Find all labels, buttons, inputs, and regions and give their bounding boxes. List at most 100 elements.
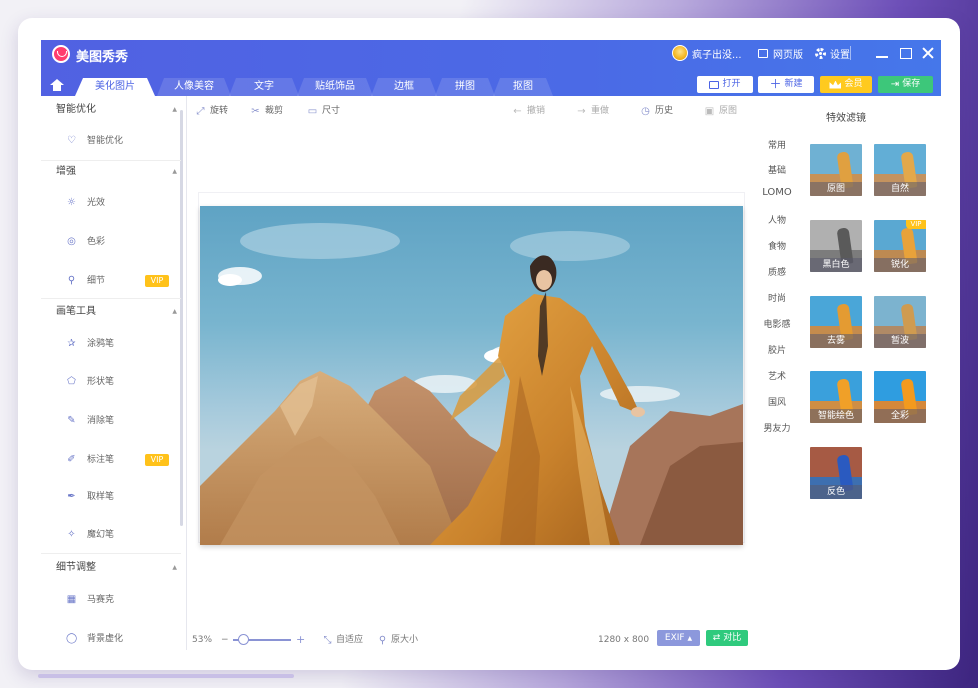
settings-button[interactable]: 设置 <box>815 44 850 62</box>
tool-background-blur[interactable]: ◯ 背景虚化 <box>41 629 181 649</box>
page-scroll-indicator[interactable] <box>38 674 294 678</box>
image-dimensions: 1280 x 800 <box>598 633 649 647</box>
new-button[interactable]: ＋ 新建 <box>758 76 814 93</box>
tab-beautify[interactable]: 美化图片 <box>75 78 155 96</box>
filter-category[interactable]: 男友力 <box>757 421 797 434</box>
doodle-icon: ✰ <box>67 338 76 349</box>
filter-thumb-invert[interactable]: 反色 <box>810 447 862 499</box>
history-button[interactable]: ◷ 历史 <box>640 104 673 118</box>
redo-button[interactable]: → 重做 <box>576 104 609 118</box>
filter-thumb-dehaze[interactable]: 去雾 <box>810 296 862 348</box>
close-icon[interactable] <box>920 45 936 61</box>
minimize-icon[interactable] <box>874 45 890 61</box>
tab-collage[interactable]: 拼图 <box>435 78 495 96</box>
filter-category[interactable]: 电影感 <box>757 317 797 330</box>
minus-icon: − <box>221 635 229 645</box>
filter-label: 黑白色 <box>810 258 862 272</box>
gear-icon <box>815 47 826 59</box>
filter-label: 锐化 <box>874 258 926 272</box>
redo-arrow-icon: → <box>577 105 586 117</box>
filter-category[interactable]: 胶片 <box>757 343 797 356</box>
section-title: 画笔工具 <box>56 306 96 317</box>
maximize-icon[interactable] <box>898 45 914 61</box>
tool-label: 马赛克 <box>87 595 115 605</box>
tool-label: 背景虚化 <box>87 634 124 644</box>
home-icon[interactable] <box>50 79 64 92</box>
tool-light[interactable]: ☼ 光效 <box>41 193 181 213</box>
zoom-in-button[interactable]: + <box>296 633 305 647</box>
tool-magic-pen[interactable]: ✧ 魔幻笔 <box>41 525 181 545</box>
app-title: 美图秀秀 <box>76 50 129 65</box>
filter-thumb-original[interactable]: 原图 <box>810 144 862 196</box>
tab-frames[interactable]: 边框 <box>371 78 437 96</box>
section-enhance[interactable]: 增强 ▲ <box>41 161 181 183</box>
filter-category[interactable]: 艺术 <box>757 369 797 382</box>
magnifier-icon: ⚲ <box>67 275 76 286</box>
tool-detail[interactable]: ⚲ 细节 VIP <box>41 271 181 291</box>
compare-button[interactable]: ⇄ 对比 <box>706 630 748 646</box>
app-window: 美图秀秀 疯子出没... 网页版 设置 美化图片 人像美容 文字 贴纸饰品 边框… <box>41 40 941 650</box>
avatar <box>672 45 688 61</box>
filter-thumb-bw[interactable]: 黑白色 <box>810 220 862 272</box>
tool-eraser-pen[interactable]: ✎ 消除笔 <box>41 411 181 431</box>
filter-thumb-sharpen[interactable]: VIP 锐化 <box>874 220 926 272</box>
vip-button[interactable]: 会员 <box>820 76 872 93</box>
filter-thumb-wave[interactable]: 暂波 <box>874 296 926 348</box>
vip-label: 会员 <box>844 79 863 89</box>
tool-smart-optimize[interactable]: ♡ 智能优化 <box>41 131 181 151</box>
filter-category[interactable]: 人物 <box>757 213 797 226</box>
zoom-slider-handle[interactable] <box>238 634 249 645</box>
undo-button[interactable]: ← 撤销 <box>512 104 545 118</box>
section-detail-adjust[interactable]: 细节调整 ▲ <box>41 557 181 579</box>
tab-stickers[interactable]: 贴纸饰品 <box>297 78 373 96</box>
undo-arrow-icon: ← <box>513 105 522 117</box>
filter-thumb-smartcolor[interactable]: 智能绘色 <box>810 371 862 423</box>
filter-category[interactable]: 常用 <box>757 138 797 151</box>
rotate-tool[interactable]: ⤢ 旋转 <box>195 104 229 118</box>
tab-cutout[interactable]: 抠图 <box>493 78 553 96</box>
open-button[interactable]: 打开 <box>697 76 753 93</box>
filter-category[interactable]: 食物 <box>757 239 797 252</box>
section-brush-tools[interactable]: 画笔工具 ▲ <box>41 301 181 323</box>
resize-icon: ▭ <box>307 105 318 117</box>
tool-shape-pen[interactable]: ⬠ 形状笔 <box>41 372 181 392</box>
filter-thumb-natural[interactable]: 自然 <box>874 144 926 196</box>
plus-icon: ＋ <box>769 77 782 91</box>
image-icon: ▣ <box>704 105 715 117</box>
redo-label: 重做 <box>591 106 610 116</box>
edited-photo[interactable] <box>200 206 743 545</box>
tool-mosaic[interactable]: ▦ 马赛克 <box>41 590 181 610</box>
filter-category[interactable]: 国风 <box>757 395 797 408</box>
user-account[interactable]: 疯子出没... <box>672 44 742 62</box>
save-button[interactable]: ⇥ 保存 <box>878 76 933 93</box>
crop-tool[interactable]: ✂ 裁剪 <box>250 104 283 118</box>
filter-category[interactable]: LOMO <box>757 187 797 198</box>
palette-icon: ◎ <box>67 236 76 247</box>
section-smart-optimize[interactable]: 智能优化 ▲ <box>41 99 181 121</box>
filters-panel-title: 特效滤镜 <box>826 113 866 124</box>
original-label: 原图 <box>719 106 738 116</box>
filter-label: 反色 <box>810 485 862 499</box>
tool-doodle-pen[interactable]: ✰ 涂鸦笔 <box>41 334 181 354</box>
fit-button[interactable]: ⤡ 自适应 <box>322 633 364 647</box>
size-tool[interactable]: ▭ 尺寸 <box>307 104 340 118</box>
collapse-caret-icon: ▲ <box>172 168 177 175</box>
filter-category[interactable]: 质感 <box>757 265 797 278</box>
collapse-caret-icon: ▲ <box>172 308 177 315</box>
tool-color[interactable]: ◎ 色彩 <box>41 232 181 252</box>
tab-portrait[interactable]: 人像美容 <box>157 78 231 96</box>
actual-size-button[interactable]: ⚲ 原大小 <box>377 633 418 647</box>
filter-category[interactable]: 时尚 <box>757 291 797 304</box>
web-version-button[interactable]: 网页版 <box>758 44 803 62</box>
zoom-out-button[interactable]: − <box>221 633 229 647</box>
original-button[interactable]: ▣ 原图 <box>704 104 737 118</box>
tool-sampler-pen[interactable]: ✒ 取样笔 <box>41 487 181 507</box>
mark-pen-icon: ✐ <box>67 454 76 465</box>
filter-thumb-fullcolor[interactable]: 全彩 <box>874 371 926 423</box>
compare-label: 对比 <box>723 633 742 643</box>
exif-button[interactable]: EXIF ▲ <box>657 630 700 646</box>
tab-text[interactable]: 文字 <box>229 78 299 96</box>
zoom-readout: 53% <box>192 633 212 647</box>
tool-mark-pen[interactable]: ✐ 标注笔 VIP <box>41 450 181 470</box>
filter-category[interactable]: 基础 <box>757 163 797 176</box>
